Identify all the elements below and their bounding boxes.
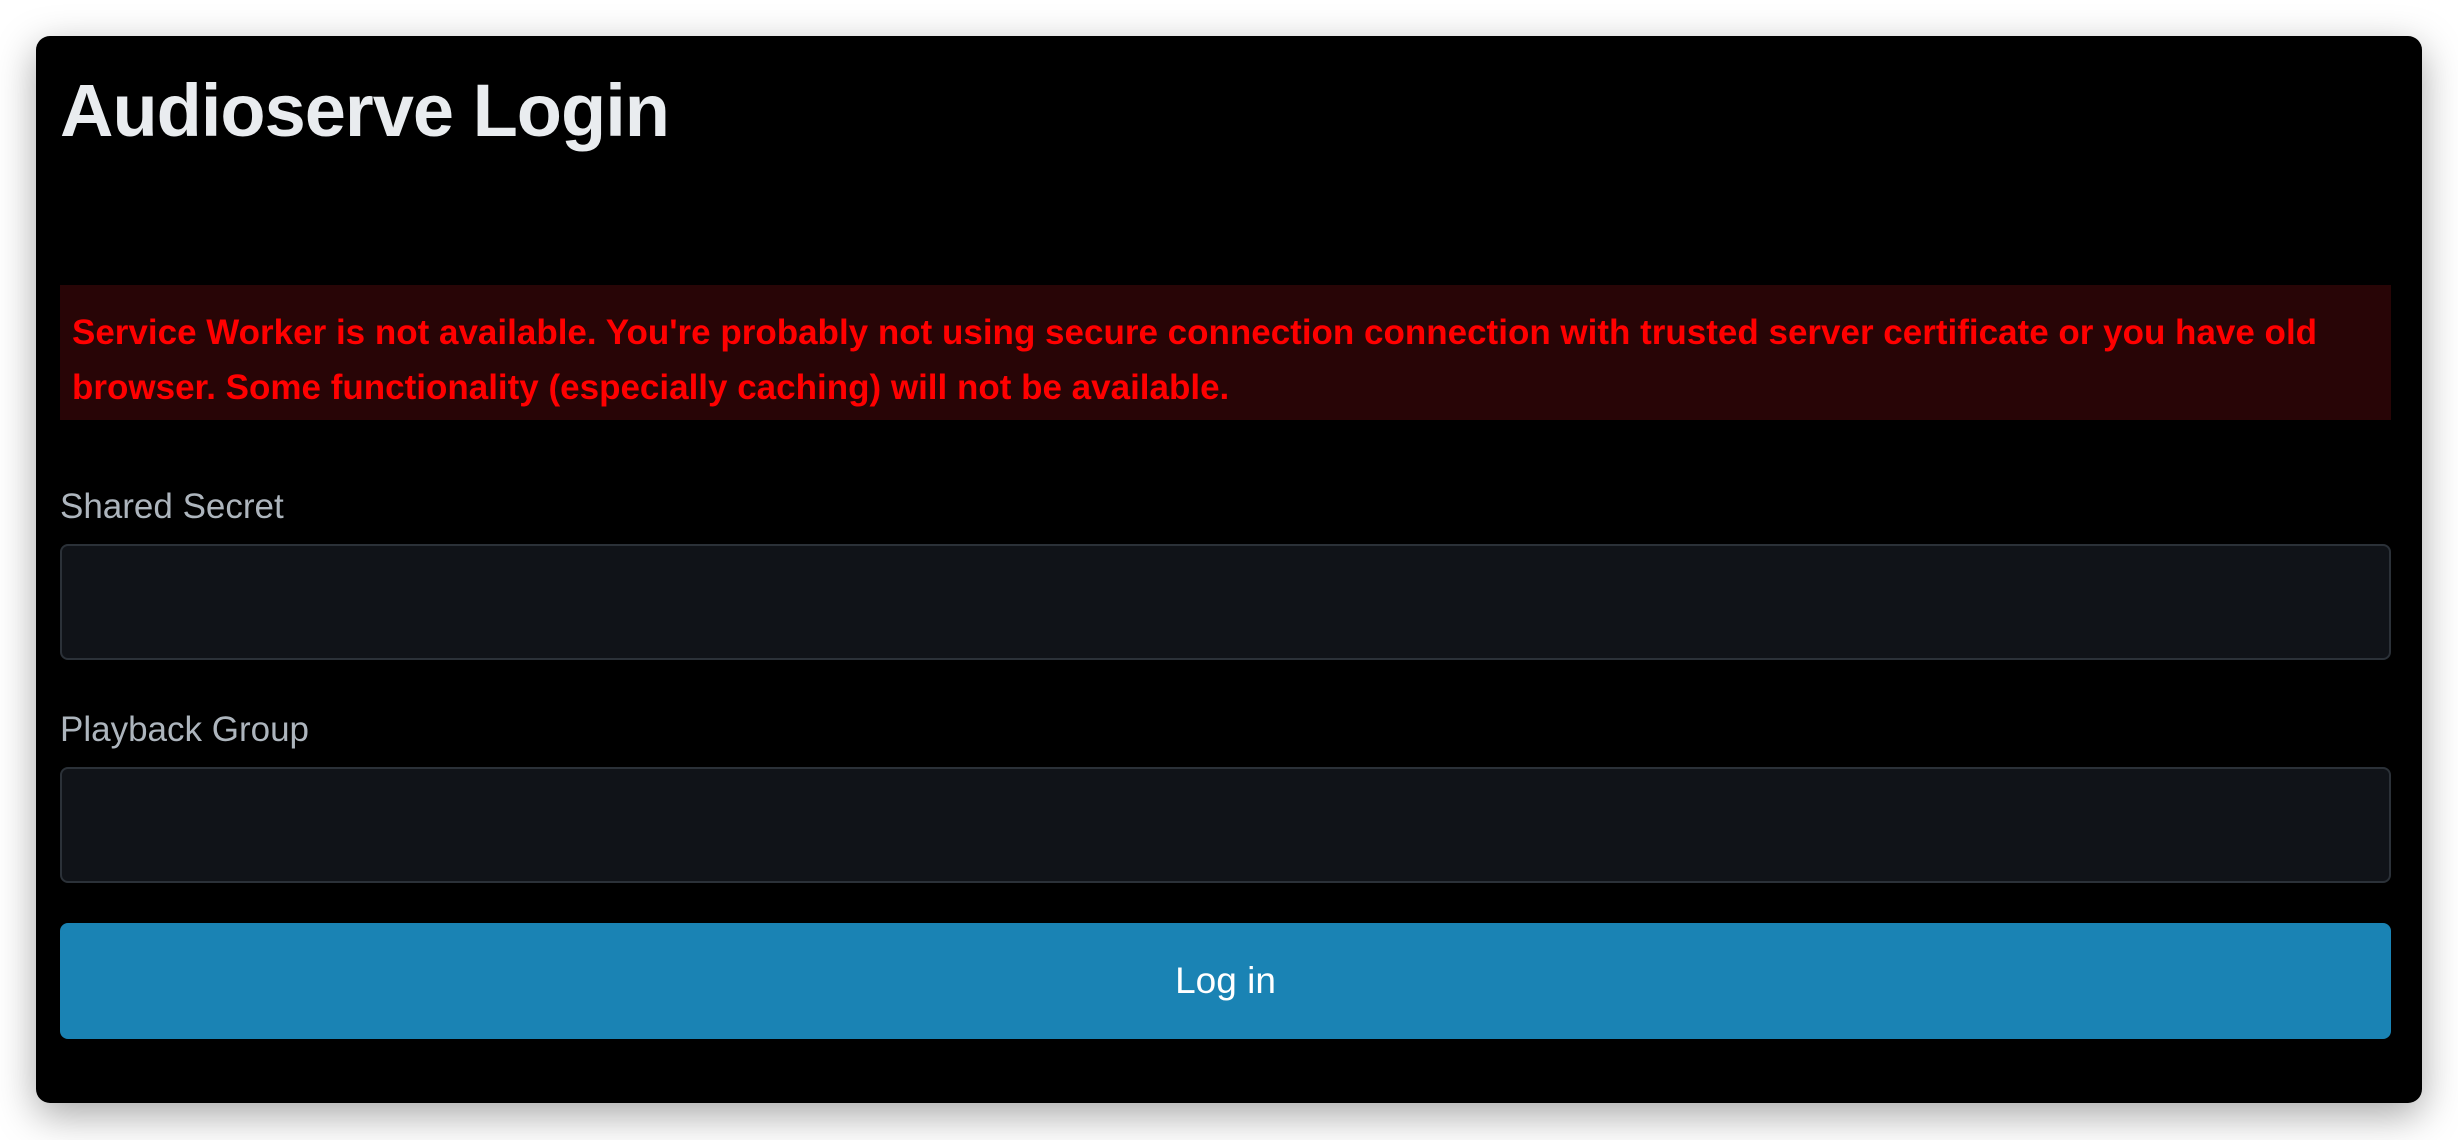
playback-group-input[interactable]: [60, 767, 2391, 883]
service-worker-warning: Service Worker is not available. You're …: [60, 285, 2391, 420]
playback-group-label: Playback Group: [60, 710, 310, 749]
shared-secret-label: Shared Secret: [60, 487, 284, 526]
page-title: Audioserve Login: [60, 69, 670, 152]
login-button[interactable]: Log in: [60, 923, 2391, 1039]
login-panel: Audioserve Login Service Worker is not a…: [36, 36, 2422, 1103]
shared-secret-input[interactable]: [60, 544, 2391, 660]
